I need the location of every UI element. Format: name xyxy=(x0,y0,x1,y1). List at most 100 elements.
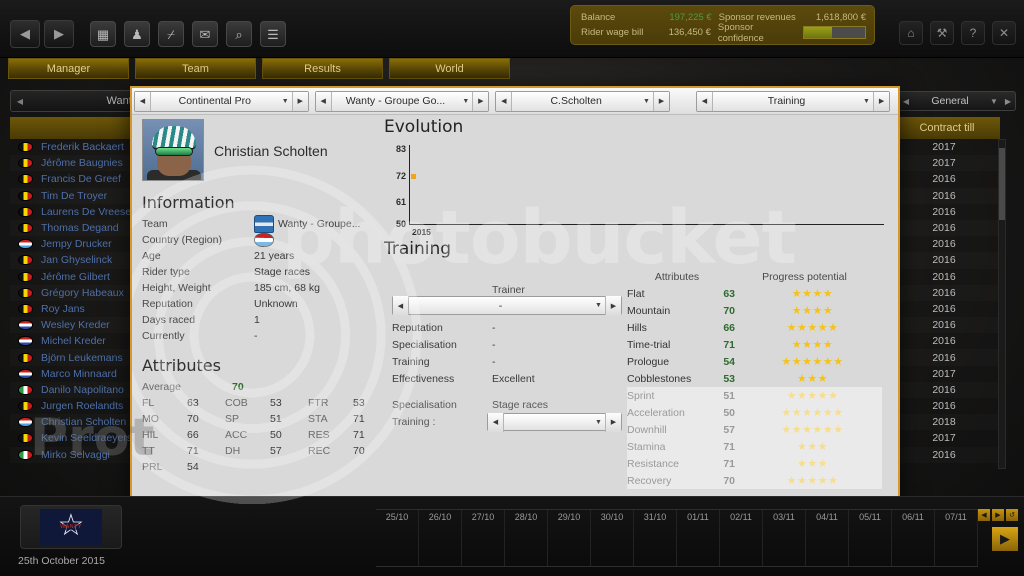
attribute-row: Flat 63 ★★★★ xyxy=(627,285,882,302)
reports-icon[interactable]: ☰ xyxy=(260,21,286,47)
attribute-abbrev-cell: FL 63 xyxy=(142,397,225,409)
information-table: Team Wanty - Groupe... Country (Region) … xyxy=(142,215,392,344)
calendar-prev-button[interactable]: ◀ xyxy=(978,509,990,521)
chevron-left-icon[interactable]: ◀ xyxy=(696,91,713,111)
finance-icon[interactable]: ✉ xyxy=(192,21,218,47)
chevron-right-icon[interactable]: ▶ xyxy=(605,412,621,432)
info-value: - xyxy=(254,330,258,342)
chevron-left-icon[interactable]: ◀ xyxy=(488,412,504,432)
calendar-day-cell[interactable]: 07/11 xyxy=(935,510,978,566)
info-row: Rider type Stage races xyxy=(142,264,392,280)
chart-icon[interactable]: ⌿ xyxy=(158,21,184,47)
chevron-right-icon[interactable]: ▶ xyxy=(291,91,308,111)
tab-team[interactable]: Team xyxy=(135,58,256,79)
chevron-right-icon[interactable]: ▶ xyxy=(605,296,621,315)
chevron-down-icon[interactable]: ▼ xyxy=(592,419,605,426)
tab-results[interactable]: Results xyxy=(262,58,383,79)
chevron-left-icon[interactable]: ◀ xyxy=(496,91,513,111)
calendar-reset-button[interactable]: ↺ xyxy=(1006,509,1018,521)
home-icon[interactable]: ⌂ xyxy=(899,21,923,45)
calendar-day-cell[interactable]: 31/10 xyxy=(634,510,677,566)
contract-value: 2018 xyxy=(932,416,956,429)
training-type-selector[interactable]: ◀ ▼ ▶ xyxy=(487,412,622,432)
chevron-right-icon[interactable]: ▶ xyxy=(472,91,489,111)
riders-icon[interactable]: ♟ xyxy=(124,21,150,47)
info-value: Unknown xyxy=(254,298,298,310)
balance-panel: Balance 197,225 € Sponsor revenues 1,618… xyxy=(570,5,875,45)
chevron-right-icon[interactable]: ▶ xyxy=(652,91,669,111)
contract-value: 2017 xyxy=(932,432,956,445)
attribute-abbrev-rows: FL 63 COB 53 FTR 53 MO 70 SP 51 STA 71 HIL 66 ACC 50 RES… xyxy=(142,395,392,475)
calendar-day-cell[interactable]: 28/10 xyxy=(505,510,548,566)
forward-button[interactable]: ▶ xyxy=(44,20,74,48)
general-view-selector[interactable]: ◀ General ▼ ▶ xyxy=(898,91,1016,111)
country-flag-icon xyxy=(18,255,33,266)
calendar-day-label: 30/10 xyxy=(600,512,624,522)
settings-icon[interactable]: ⚒ xyxy=(930,21,954,45)
attribute-abbrev-value: 50 xyxy=(270,429,282,441)
rider-selector[interactable]: ◀ C.Scholten ▼ ▶ xyxy=(495,90,670,112)
info-value: 1 xyxy=(254,314,260,326)
y-tick-72: 72 xyxy=(395,171,406,181)
calendar-day-cell[interactable]: 01/11 xyxy=(677,510,720,566)
calendar-day-cell[interactable]: 05/11 xyxy=(849,510,892,566)
calendar-day-cell[interactable]: 06/11 xyxy=(892,510,935,566)
team-selector[interactable]: ◀ Wanty - Groupe Go... ▼ ▶ xyxy=(314,90,490,112)
calendar-next-button[interactable]: ▶ xyxy=(992,509,1004,521)
chevron-down-icon[interactable]: ▼ xyxy=(279,98,292,105)
calendar-day-cell[interactable]: 04/11 xyxy=(806,510,849,566)
progress-potential-stars: ★★★ xyxy=(796,458,829,470)
attribute-abbrev-key: REC xyxy=(308,445,331,457)
chevron-right-icon[interactable]: ▶ xyxy=(1001,97,1015,106)
chevron-down-icon[interactable]: ▼ xyxy=(640,98,653,105)
calendar-day-cell[interactable]: 25/10 xyxy=(376,510,419,566)
chevron-left-icon[interactable]: ◀ xyxy=(11,97,29,106)
attribute-name: Resistance xyxy=(627,457,679,470)
progress-potential-stars: ★★★★★ xyxy=(786,322,839,334)
chevron-left-icon[interactable]: ◀ xyxy=(135,91,151,111)
calendar-day-cell[interactable]: 27/10 xyxy=(462,510,505,566)
tab-manager[interactable]: Manager xyxy=(8,58,129,79)
search-icon[interactable]: ⌕ xyxy=(226,21,252,47)
chevron-right-icon[interactable]: ▶ xyxy=(873,91,890,111)
attribute-value: 71 xyxy=(723,457,735,470)
info-row: Currently - xyxy=(142,328,392,344)
information-heading: Information xyxy=(142,193,235,212)
calendar-day-cell[interactable]: 26/10 xyxy=(419,510,462,566)
trainer-selector[interactable]: ◀ - ▼ ▶ xyxy=(392,296,622,315)
progress-potential-header-label: Progress potential xyxy=(762,271,847,283)
calendar-day-cell[interactable]: 03/11 xyxy=(763,510,806,566)
close-icon[interactable]: ✕ xyxy=(992,21,1016,45)
attribute-value: 63 xyxy=(723,287,735,300)
back-button[interactable]: ◀ xyxy=(10,20,40,48)
chevron-down-icon[interactable]: ▼ xyxy=(459,98,472,105)
chevron-down-icon[interactable]: ▼ xyxy=(860,98,873,105)
attributes-header-label: Attributes xyxy=(654,271,700,283)
calendar-icon[interactable]: ▦ xyxy=(90,21,116,47)
attribute-row: Downhill 57 ★★★★★★ xyxy=(627,421,882,438)
calendar-day-cell[interactable]: 29/10 xyxy=(548,510,591,566)
tab-world[interactable]: World xyxy=(389,58,510,79)
chevron-down-icon[interactable]: ▼ xyxy=(987,97,1001,106)
info-row: Height, Weight 185 cm, 68 kg xyxy=(142,280,392,296)
help-icon[interactable]: ? xyxy=(961,21,985,45)
attribute-abbrev-row: TT 71 DH 57 REC 70 xyxy=(142,443,392,459)
riders-scrollbar[interactable] xyxy=(998,139,1006,469)
contract-column-header: Contract till xyxy=(894,117,1000,139)
scrollbar-thumb[interactable] xyxy=(999,148,1005,220)
attribute-value: 53 xyxy=(723,372,735,385)
chevron-down-icon[interactable]: ▼ xyxy=(592,302,605,309)
calendar-day-cell[interactable]: 30/10 xyxy=(591,510,634,566)
view-selector[interactable]: ◀ Training ▼ ▶ xyxy=(695,90,891,112)
trainer-stat-row: Training - xyxy=(392,353,632,370)
division-selector[interactable]: ◀ Continental Pro ▼ ▶ xyxy=(134,90,309,112)
advance-day-button[interactable]: ▶ xyxy=(992,527,1018,551)
specialisation-row: Specialisation Stage races xyxy=(392,396,652,413)
calendar-day-cell[interactable]: 02/11 xyxy=(720,510,763,566)
attributes-potential-header: Attributes Progress potential xyxy=(627,269,882,285)
chevron-left-icon[interactable]: ◀ xyxy=(899,97,913,106)
chevron-left-icon[interactable]: ◀ xyxy=(315,91,332,111)
contract-value: 2016 xyxy=(932,448,956,461)
contract-value: 2016 xyxy=(932,335,956,348)
chevron-left-icon[interactable]: ◀ xyxy=(393,296,409,315)
